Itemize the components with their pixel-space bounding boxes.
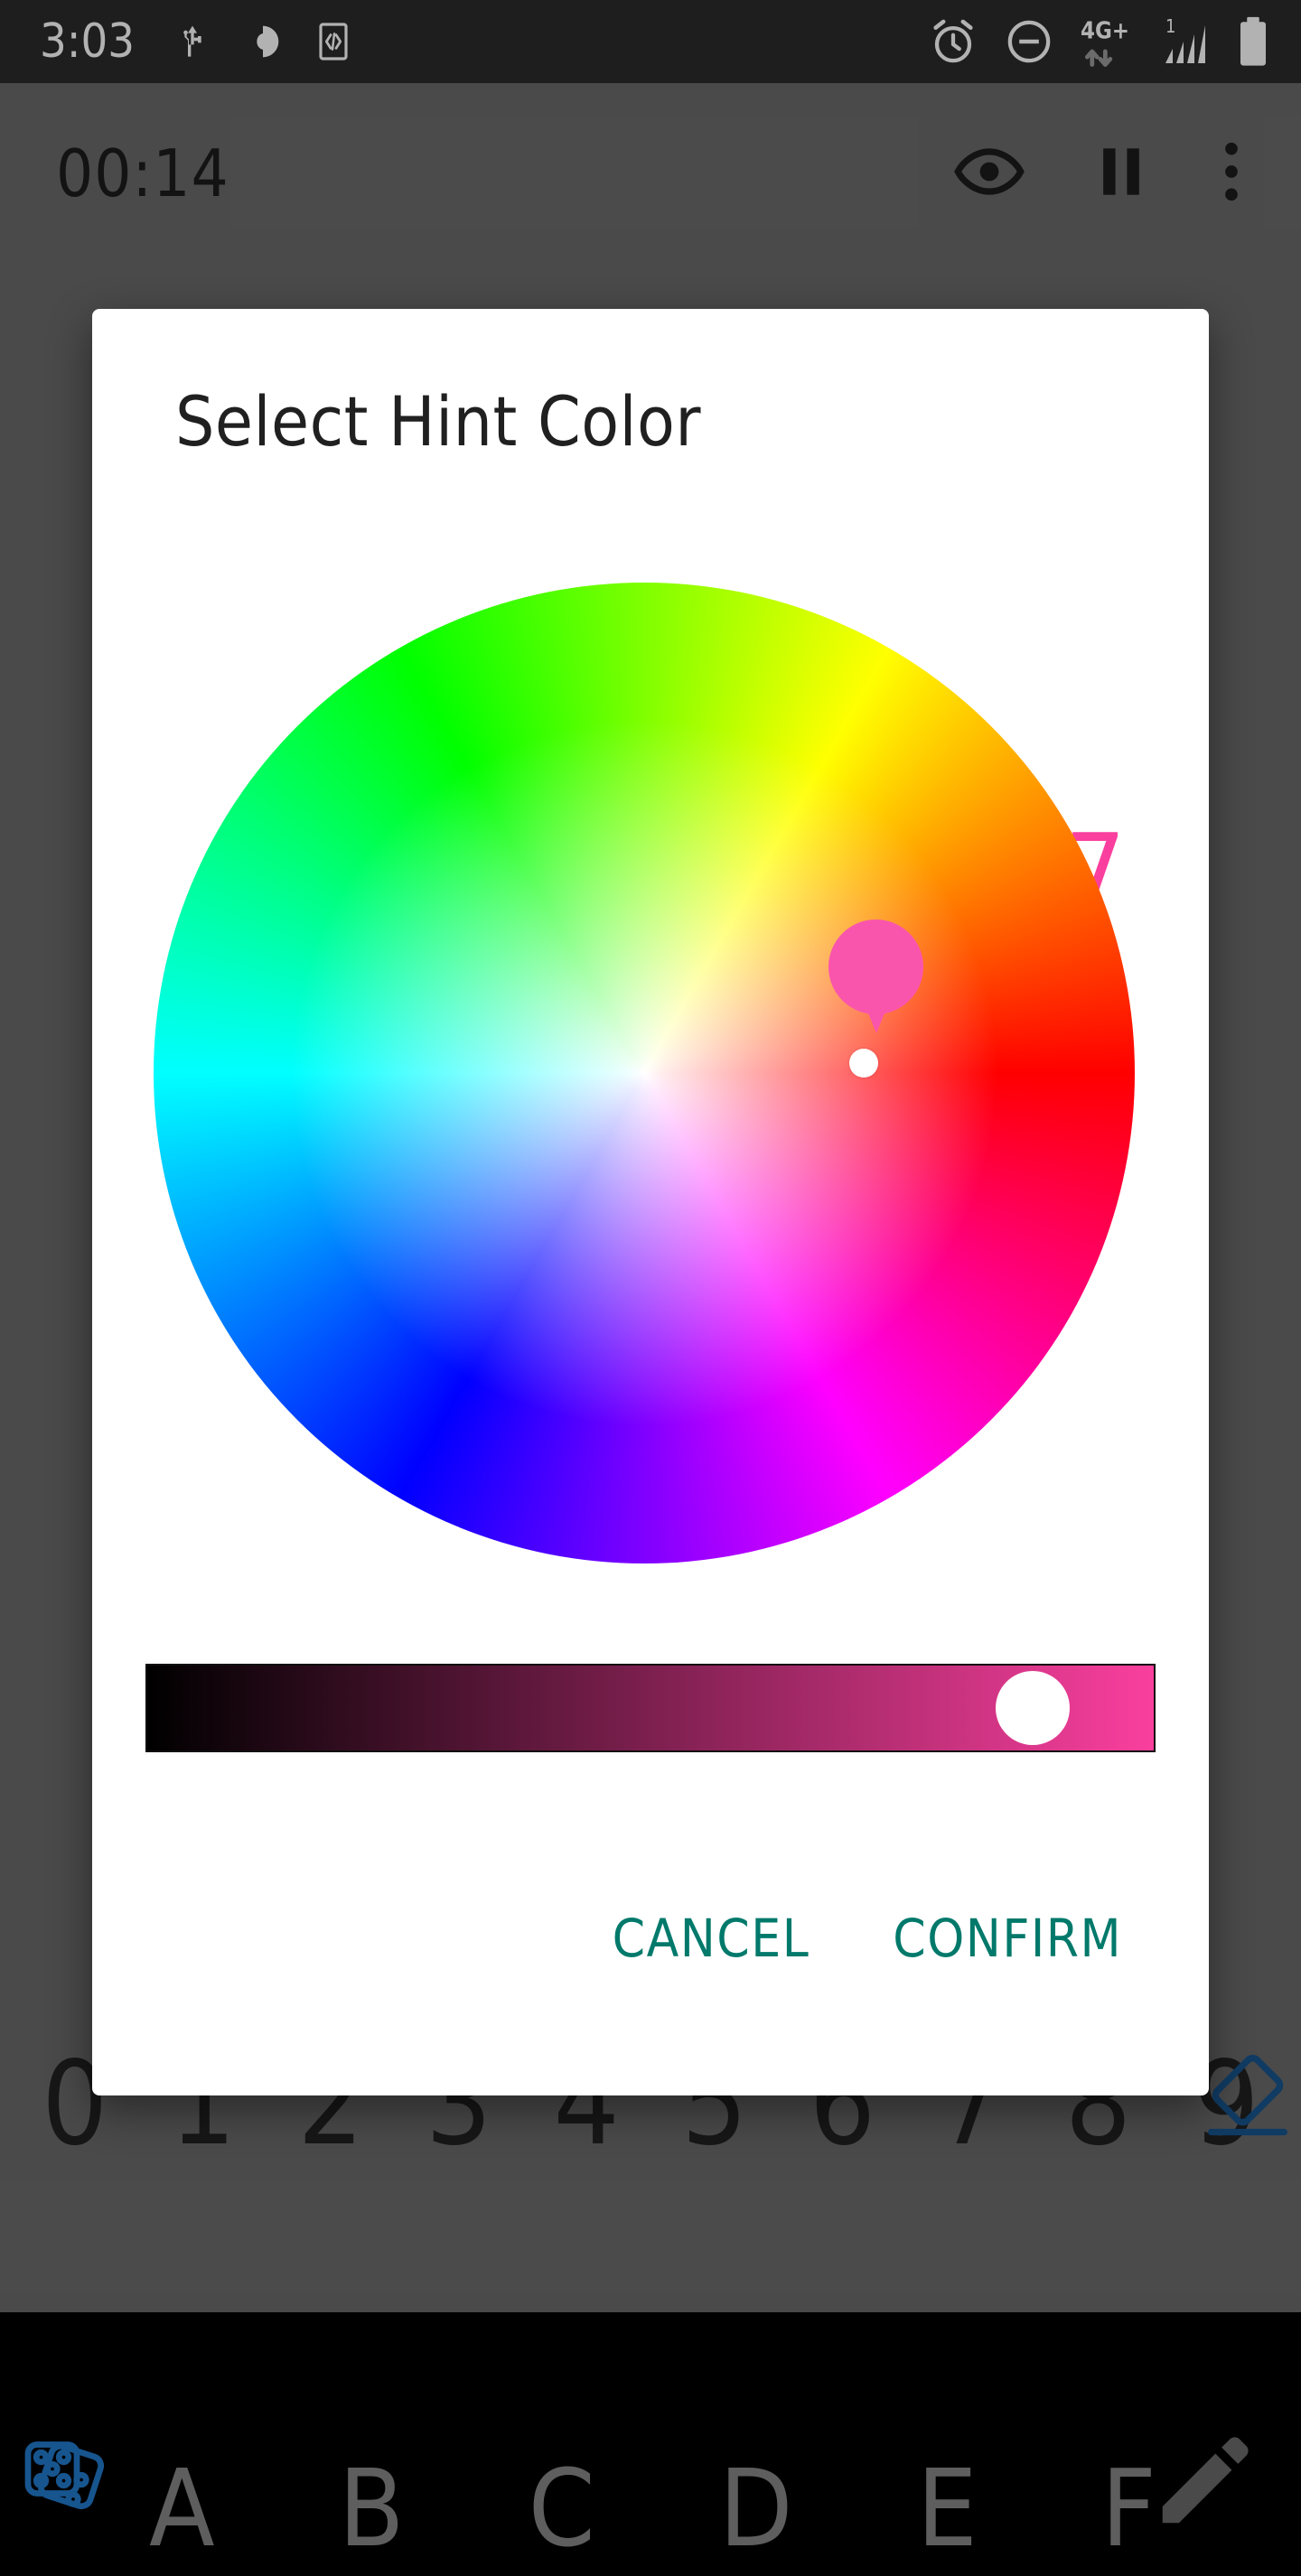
dice-button[interactable] [16,2439,125,2551]
letter-key[interactable]: D [719,2455,793,2562]
letter-key[interactable]: A [149,2455,215,2562]
letter-key[interactable]: C [529,2455,595,2562]
letter-key[interactable]: E [917,2455,978,2562]
pencil-button[interactable] [1149,2430,1256,2540]
cancel-button[interactable]: CANCEL [604,1900,819,1976]
hsv-color-wheel[interactable] [154,583,1135,1563]
pencil-icon [1162,2437,1249,2524]
select-hint-color-dialog: Select Hint Color 7 CANCEL CONFIRM [92,309,1209,2095]
dialog-title: Select Hint Color [175,381,701,462]
dialog-action-bar: CANCEL CONFIRM [92,1861,1209,2095]
letter-key[interactable]: F [1101,2455,1156,2562]
dice-icon [24,2441,105,2510]
letter-key[interactable]: B [339,2455,405,2562]
color-wheel-selection-dot [849,1049,878,1078]
letter-keypad-row: A B C D E F [149,2441,1156,2576]
brightness-slider-thumb[interactable] [996,1671,1071,1745]
color-wheel-picker[interactable] [154,583,1135,1563]
confirm-button[interactable]: CONFIRM [884,1900,1131,1976]
brightness-slider[interactable] [145,1664,1156,1752]
